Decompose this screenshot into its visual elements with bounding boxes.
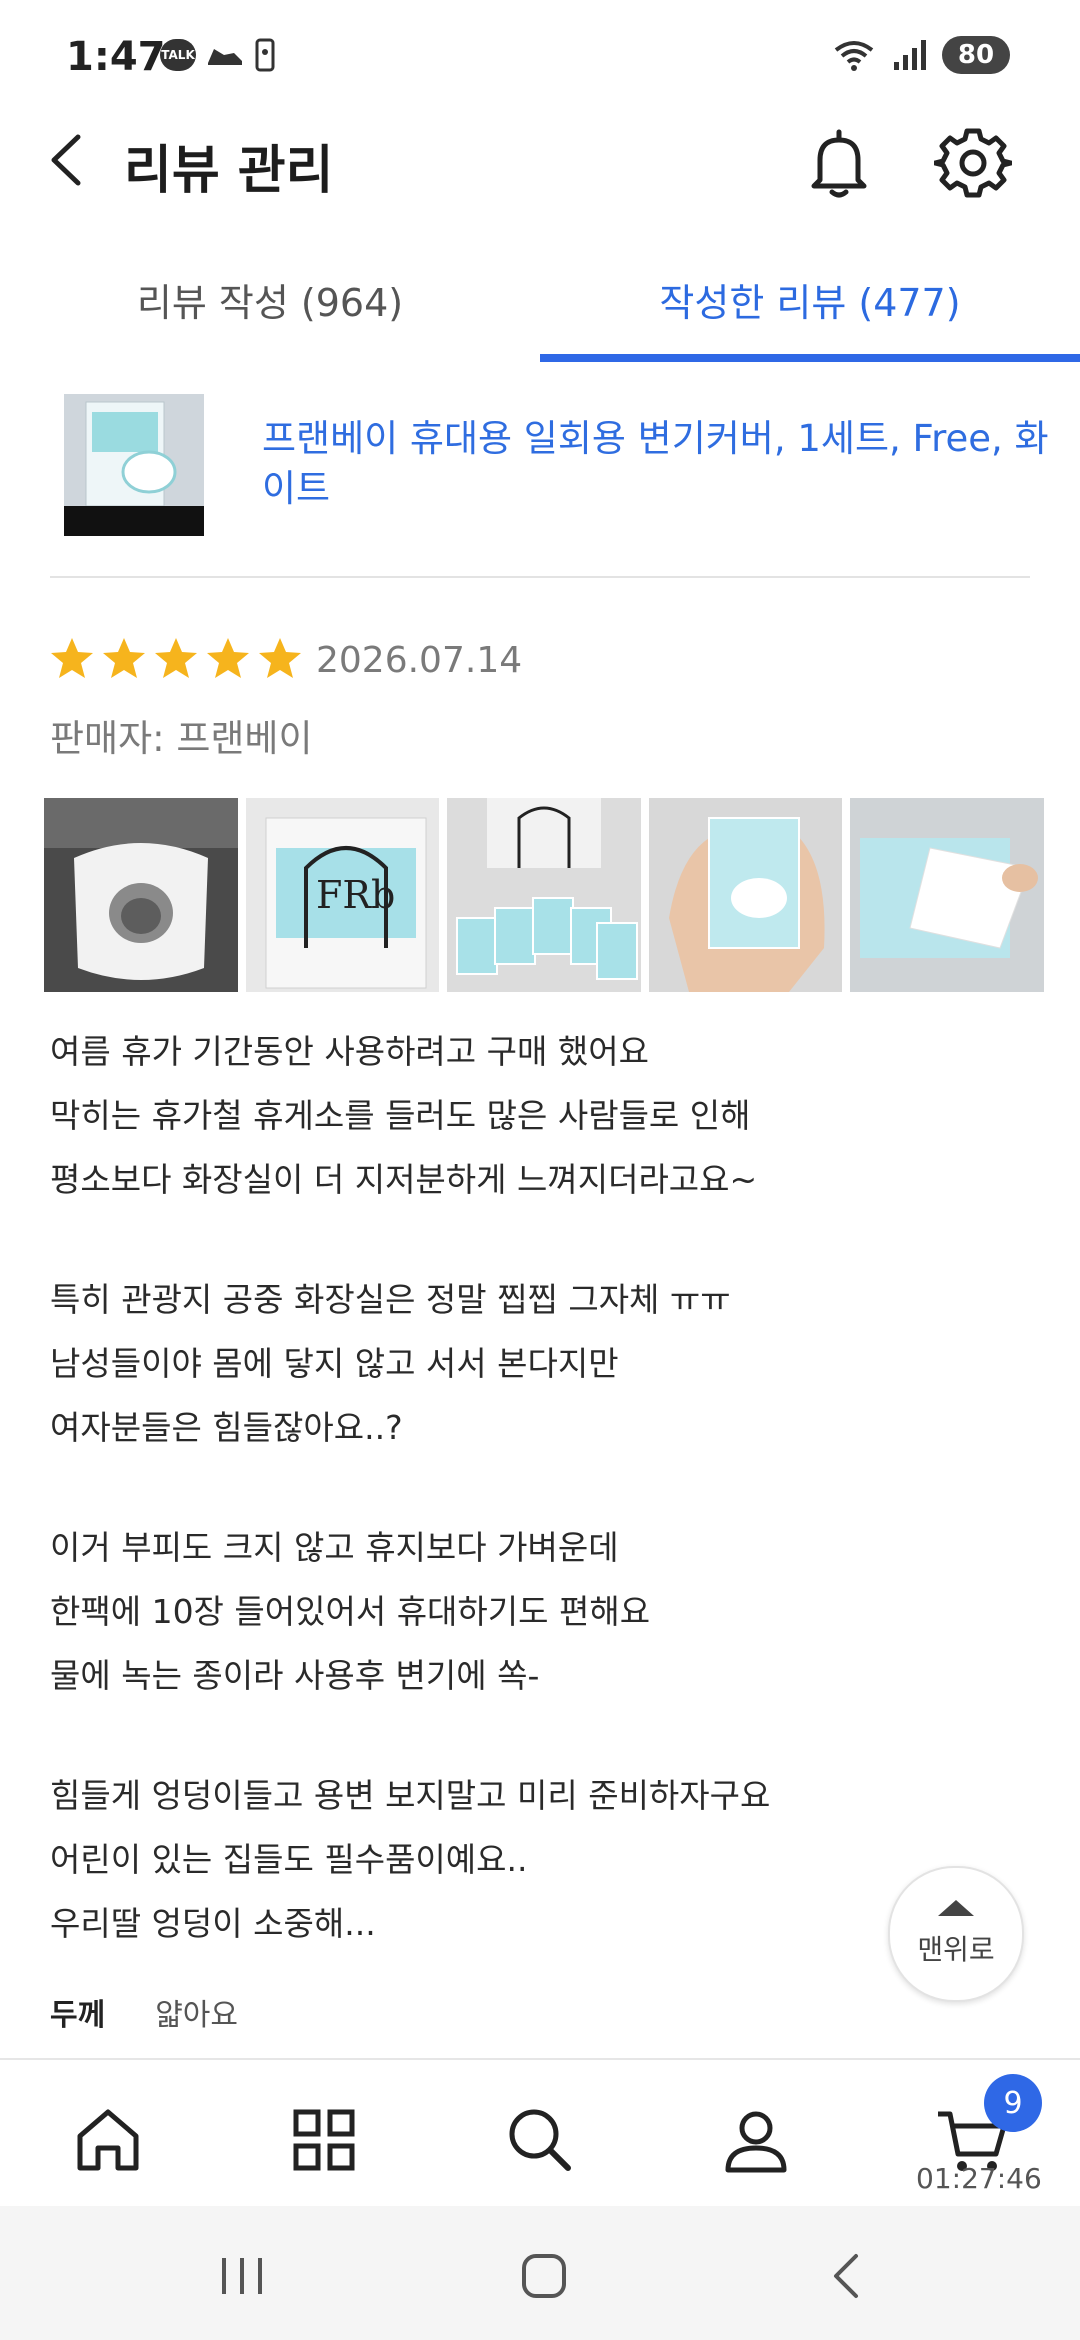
review-photo[interactable]: FRb [245, 798, 440, 992]
review-line: 한팩에 10장 들어있어서 휴대하기도 편해요 [50, 1592, 651, 1631]
review-photo[interactable] [44, 798, 238, 992]
svg-text:FRb: FRb [316, 873, 395, 917]
review-line: 힘들게 엉덩이들고 용변 보지말고 미리 준비하자구요 [50, 1776, 771, 1815]
back-chevron-icon [834, 2254, 858, 2298]
review-line: 평소보다 화장실이 더 지저분하게 느껴지더라고요~ [50, 1160, 758, 1199]
star-icon [259, 638, 301, 678]
review-line: 여름 휴가 기간동안 사용하려고 구매 했어요 [50, 1032, 649, 1071]
review-line: 이거 부피도 크지 않고 휴지보다 가벼운데 [50, 1528, 619, 1567]
review-line: 우리딸 엉덩이 소중해... [50, 1904, 376, 1943]
phone-icon [255, 38, 275, 72]
cart-count-badge: 9 [984, 2074, 1042, 2132]
shoe-icon [208, 49, 242, 65]
settings-button[interactable] [932, 124, 1014, 202]
attribute-label: 두께 [50, 1998, 106, 2033]
back-system-button[interactable] [818, 2246, 878, 2306]
recent-apps-icon [222, 2258, 262, 2294]
scroll-to-top-label: 맨위로 [917, 1933, 995, 1966]
arrow-up-icon [938, 1900, 974, 1916]
review-attribute: 두께 얇아요 [50, 1990, 238, 2034]
tab-write-review[interactable]: 리뷰 작성 (964) [0, 240, 540, 358]
review-line: 특히 관광지 공중 화장실은 정말 찝찝 그자체 ㅠㅠ [50, 1280, 731, 1319]
wifi-icon [834, 41, 874, 71]
review-line: 막히는 휴가철 휴게소를 들러도 많은 사람들로 인해 [50, 1096, 751, 1135]
star-icon [103, 638, 145, 678]
status-time: 1:47 [66, 34, 166, 80]
status-system-icons: 80 [832, 36, 1010, 74]
recent-apps-button[interactable] [212, 2246, 272, 2306]
paper-sheet-photo [850, 798, 1044, 992]
home-icon [77, 2109, 139, 2171]
system-navigation-bar [0, 2206, 1080, 2340]
review-line: 여자분들은 힘들잖아요..? [50, 1408, 403, 1447]
nav-categories[interactable] [282, 2098, 366, 2182]
review-line: 어린이 있는 집들도 필수품이예요.. [50, 1840, 528, 1879]
rating-stars [50, 636, 302, 680]
nav-home[interactable] [66, 2098, 150, 2182]
divider [50, 576, 1030, 578]
seller-name: 판매자: 프랜베이 [50, 717, 313, 760]
product-image [64, 394, 204, 536]
review-photo[interactable] [648, 798, 843, 992]
review-date: 2026.07.14 [316, 640, 523, 681]
home-system-button[interactable] [514, 2246, 574, 2306]
star-icon [207, 638, 249, 678]
page-title: 리뷰 관리 [124, 141, 334, 201]
review-tabs: 리뷰 작성 (964) 작성한 리뷰 (477) [0, 240, 1080, 362]
cart-timer: 01:27:46 [916, 2162, 1042, 2195]
back-button[interactable] [40, 125, 100, 195]
review-photos: FRb [44, 798, 1044, 992]
review-body: 여름 휴가 기간동안 사용하려고 구매 했어요 막히는 휴가철 휴게소를 들러도… [50, 1020, 1030, 1956]
active-tab-indicator [540, 354, 1080, 362]
packs-photo [447, 798, 641, 992]
nav-my-page[interactable] [714, 2098, 798, 2182]
product-name-link[interactable]: 프랜베이 휴대용 일회용 변기커버, 1세트, Free, 화이트 [262, 414, 1062, 514]
star-icon [51, 638, 93, 678]
toilet-photo [44, 798, 238, 992]
status-notification-icons: TALK [160, 38, 276, 72]
kakaotalk-icon: TALK [160, 39, 196, 71]
status-bar: 1:47 TALK 80 [0, 0, 1080, 120]
review-line: 물에 녹는 종이라 사용후 변기에 쏙- [50, 1656, 540, 1695]
profile-icon [725, 2111, 787, 2173]
category-grid-icon [293, 2109, 355, 2171]
search-icon [509, 2109, 571, 2171]
bell-icon [811, 129, 867, 198]
product-row[interactable]: 프랜베이 휴대용 일회용 변기커버, 1세트, Free, 화이트 [50, 392, 1049, 542]
package-photo: FRb [245, 798, 440, 992]
attribute-value: 얇아요 [155, 1998, 239, 2033]
chevron-left-icon [51, 134, 81, 186]
signal-icon [894, 40, 926, 70]
review-photo[interactable] [447, 798, 641, 992]
gear-icon [932, 128, 1014, 198]
review-photo[interactable] [850, 798, 1044, 992]
star-icon [155, 638, 197, 678]
scroll-to-top-button[interactable]: 맨위로 [888, 1866, 1024, 2002]
review-line: 남성들이야 몸에 닿지 않고 서서 본다지만 [50, 1344, 619, 1383]
home-square-icon [522, 2254, 566, 2298]
battery-indicator: 80 [942, 36, 1010, 74]
product-thumbnail[interactable] [64, 394, 204, 536]
hand-holding-pack-photo [648, 798, 843, 992]
notifications-button[interactable] [800, 124, 878, 202]
nav-search[interactable] [498, 2098, 582, 2182]
tab-written-reviews[interactable]: 작성한 리뷰 (477) [540, 240, 1080, 358]
